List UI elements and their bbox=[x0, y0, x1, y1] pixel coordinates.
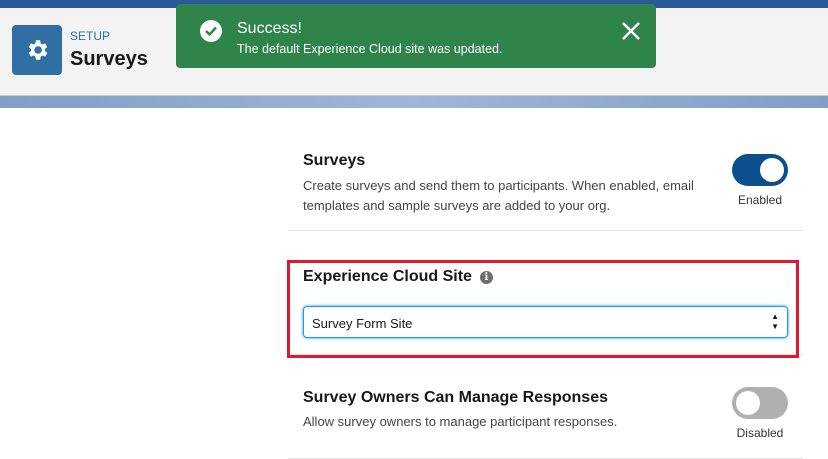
page-title: Surveys bbox=[70, 48, 148, 70]
surveys-setting: Surveys Create surveys and send them to … bbox=[288, 140, 803, 231]
toast-title: Success! bbox=[237, 20, 302, 37]
experience-cloud-site-select[interactable]: Survey Form Site ▲ ▼ bbox=[303, 306, 788, 338]
close-toast-button[interactable] bbox=[620, 20, 642, 42]
header-banner bbox=[0, 96, 828, 108]
success-check-icon bbox=[200, 20, 222, 42]
setting-description: Create surveys and send them to particip… bbox=[303, 178, 694, 213]
owners-manage-responses-setting: Survey Owners Can Manage Responses Allow… bbox=[288, 355, 803, 459]
header-eyebrow: SETUP bbox=[70, 29, 111, 43]
toast-message: The default Experience Cloud site was up… bbox=[237, 42, 503, 56]
sort-arrows-icon: ▲ ▼ bbox=[771, 312, 779, 331]
toggle-status: Disabled bbox=[736, 426, 784, 440]
selected-value: Survey Form Site bbox=[312, 316, 413, 331]
setting-title: Survey Owners Can Manage Responses bbox=[303, 389, 608, 406]
success-toast: Success! The default Experience Cloud si… bbox=[176, 4, 656, 68]
toggle-status: Enabled bbox=[737, 193, 783, 207]
close-icon[interactable] bbox=[620, 20, 642, 42]
surveys-toggle[interactable] bbox=[732, 154, 788, 186]
gear-icon bbox=[12, 25, 62, 75]
setting-description: Allow survey owners to manage participan… bbox=[303, 414, 618, 429]
setting-title: Surveys bbox=[303, 152, 366, 169]
owners-manage-toggle[interactable] bbox=[732, 387, 788, 419]
